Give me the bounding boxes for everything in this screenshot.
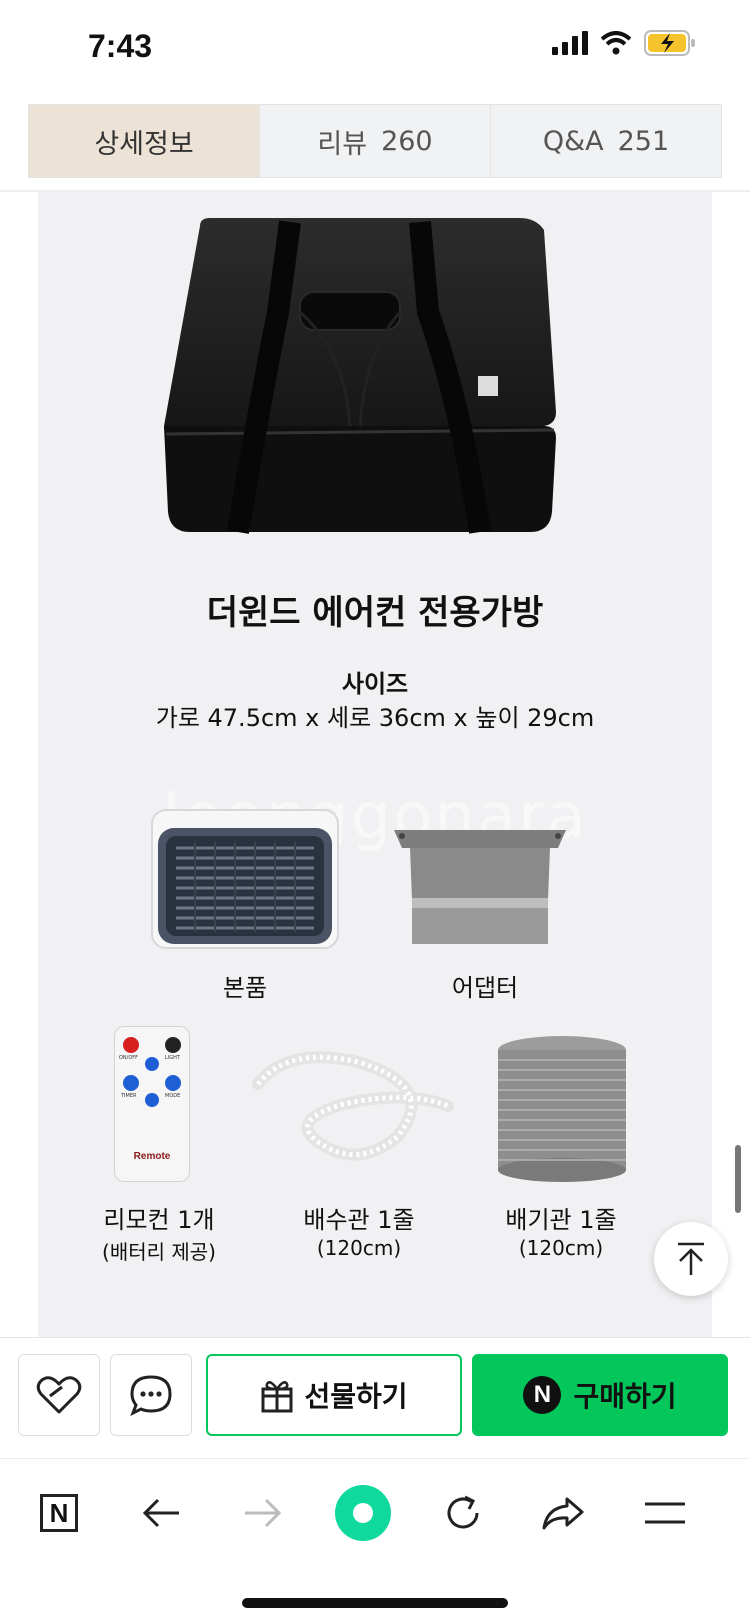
status-icons	[552, 30, 696, 56]
size-heading: 사이즈	[341, 670, 409, 698]
adapter-image	[394, 830, 566, 944]
size-value: 가로 47.5cm x 세로 36cm x 높이 29cm	[155, 704, 595, 732]
scroll-to-top-button[interactable]	[654, 1222, 728, 1296]
component-label-main-unit: 본품	[222, 974, 268, 1002]
buy-button[interactable]: N 구매하기	[472, 1354, 728, 1436]
buy-button-label: 구매하기	[573, 1380, 677, 1413]
tab-reviews-count: 260	[381, 125, 433, 157]
product-tabs: 상세정보 리뷰 260 Q&A 251	[28, 104, 722, 178]
tab-reviews[interactable]: 리뷰 260	[260, 105, 491, 177]
down-arrow-icon	[145, 1093, 159, 1107]
menu-button[interactable]	[630, 1478, 700, 1548]
refresh-button[interactable]	[428, 1478, 498, 1548]
component-sub-drain-hose: (120cm)	[316, 1236, 402, 1260]
share-button[interactable]	[528, 1478, 598, 1548]
drain-hose-image	[252, 1051, 454, 1161]
component-label-adapter: 어댑터	[451, 974, 519, 1002]
arrow-right-icon	[245, 1498, 282, 1528]
chat-bubble-icon	[130, 1375, 172, 1416]
green-dot-button[interactable]	[328, 1478, 398, 1548]
component-label-remote: 리모컨 1개	[103, 1206, 215, 1234]
arrow-left-icon	[142, 1498, 179, 1528]
tab-qna-label: Q&A	[542, 125, 604, 157]
watermark: Joonggonara	[162, 780, 588, 854]
carry-bag-image	[164, 218, 556, 534]
component-label-exhaust-hose: 배기관 1줄	[505, 1206, 617, 1234]
tab-qna[interactable]: Q&A 251	[491, 105, 721, 177]
wishlist-button[interactable]	[18, 1354, 100, 1436]
gift-button[interactable]: 선물하기	[206, 1354, 462, 1436]
naver-n-icon: N	[523, 1376, 562, 1414]
remote-light-label: LIGHT	[165, 1055, 180, 1061]
battery-charging-icon	[644, 30, 695, 56]
share-arrow-icon	[542, 1497, 584, 1530]
light-icon	[165, 1037, 181, 1053]
remote-timer-label: TIMER	[121, 1093, 137, 1099]
remote-brand-text: Remote	[133, 1151, 171, 1162]
home-indicator	[242, 1598, 508, 1608]
exhaust-hose-image	[498, 1036, 626, 1182]
gift-icon	[261, 1381, 293, 1413]
green-dot-icon	[335, 1485, 391, 1541]
power-icon	[123, 1037, 139, 1053]
arrow-up-icon	[678, 1242, 704, 1275]
heart-icon	[36, 1376, 82, 1414]
wifi-icon	[600, 31, 632, 55]
naver-n-box-icon: N	[40, 1494, 78, 1532]
scrollbar[interactable]	[735, 1145, 741, 1213]
remote-control-image: ON/OFF LIGHT TIMER MODE Remote	[114, 1026, 190, 1182]
up-arrow-icon	[145, 1057, 159, 1071]
timer-icon	[123, 1075, 139, 1091]
component-label-drain-hose: 배수관 1줄	[303, 1206, 415, 1234]
component-sub-exhaust-hose: (120cm)	[518, 1236, 604, 1260]
back-button[interactable]	[126, 1478, 196, 1548]
refresh-icon	[447, 1495, 479, 1529]
remote-onoff-label: ON/OFF	[119, 1055, 139, 1061]
tab-reviews-label: 리뷰	[317, 128, 368, 160]
tab-details[interactable]: 상세정보	[29, 105, 260, 177]
gift-button-label: 선물하기	[304, 1380, 408, 1413]
product-title: 더윈드 에어컨 전용가방	[206, 593, 544, 633]
component-sub-remote: (배터리 제공)	[102, 1240, 216, 1264]
mode-icon	[165, 1075, 181, 1091]
hamburger-menu-icon	[645, 1502, 685, 1524]
air-conditioner-image	[151, 809, 339, 949]
talk-inquiry-button[interactable]	[110, 1354, 192, 1436]
forward-button[interactable]	[228, 1478, 298, 1548]
remote-mode-label: MODE	[165, 1093, 181, 1099]
tab-qna-count: 251	[617, 125, 670, 157]
status-time: 7:43	[88, 28, 153, 64]
tab-details-label: 상세정보	[94, 128, 194, 160]
naver-home-button[interactable]: N	[24, 1478, 94, 1548]
cellular-signal-icon	[552, 31, 588, 55]
